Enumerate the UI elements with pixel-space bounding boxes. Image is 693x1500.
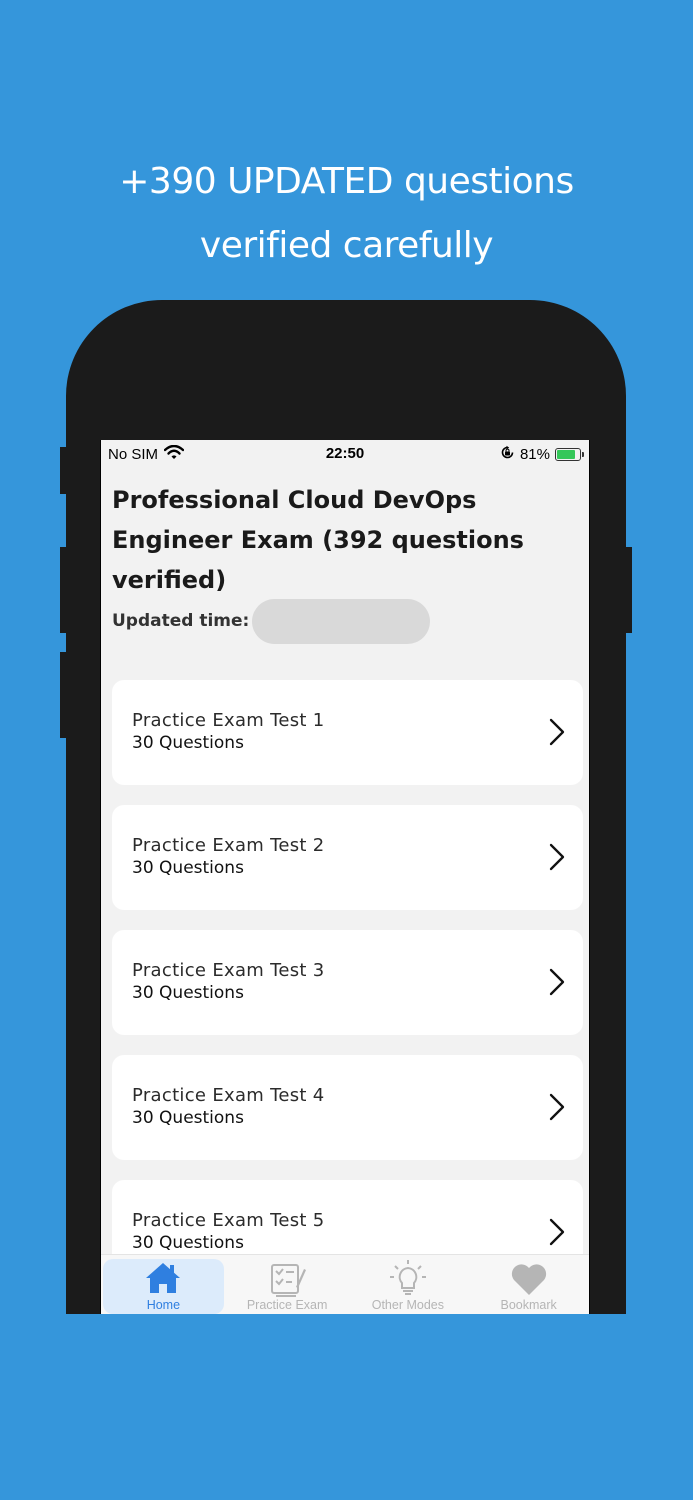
tab-bookmark[interactable]: Bookmark xyxy=(468,1255,589,1314)
tab-other-modes[interactable]: Other Modes xyxy=(348,1255,469,1314)
heart-icon xyxy=(511,1264,546,1295)
tab-label: Practice Exam xyxy=(246,1298,328,1312)
tab-home[interactable]: Home xyxy=(103,1259,224,1314)
exam-card[interactable]: Practice Exam Test 1 30 Questions xyxy=(112,680,583,785)
rotation-lock-icon xyxy=(500,445,515,464)
exam-card-title: Practice Exam Test 2 xyxy=(132,835,325,856)
chevron-right-icon xyxy=(549,1218,565,1246)
phone-power-button xyxy=(626,547,632,633)
updated-time-row: Updated time: xyxy=(112,598,431,644)
page-title: Professional Cloud DevOps Engineer Exam … xyxy=(112,486,524,594)
updated-time-placeholder xyxy=(252,598,431,644)
exam-card[interactable]: Practice Exam Test 3 30 Questions xyxy=(112,930,583,1035)
tab-practice-exam[interactable]: Practice Exam xyxy=(227,1255,348,1314)
exam-card-title: Practice Exam Test 1 xyxy=(132,710,325,731)
chevron-right-icon xyxy=(549,1093,565,1121)
exam-card-title: Practice Exam Test 4 xyxy=(132,1085,325,1106)
status-bar: No SIM 22:50 81% xyxy=(101,440,589,466)
chevron-right-icon xyxy=(549,718,565,746)
exam-card-subtitle: 30 Questions xyxy=(132,858,244,878)
exam-card-title: Practice Exam Test 5 xyxy=(132,1210,325,1231)
home-icon xyxy=(146,1263,181,1293)
chevron-right-icon xyxy=(549,843,565,871)
chevron-right-icon xyxy=(549,968,565,996)
tab-label: Home xyxy=(146,1298,181,1312)
tab-label: Other Modes xyxy=(371,1298,444,1312)
exam-card-subtitle: 30 Questions xyxy=(132,733,244,753)
exam-card-subtitle: 30 Questions xyxy=(132,1108,244,1128)
lightbulb-icon xyxy=(389,1260,426,1295)
phone-screen: No SIM 22:50 81% Professional Cloud DevO… xyxy=(100,440,590,1314)
tab-label: Bookmark xyxy=(500,1298,557,1312)
exam-card-subtitle: 30 Questions xyxy=(132,1233,244,1253)
battery-icon xyxy=(555,448,584,461)
exam-icon xyxy=(271,1264,307,1297)
exam-card-subtitle: 30 Questions xyxy=(132,983,244,1003)
battery-level-fill xyxy=(557,450,575,459)
exam-card[interactable]: Practice Exam Test 4 30 Questions xyxy=(112,1055,583,1160)
updated-time-label: Updated time: xyxy=(112,611,250,631)
battery-percentage: 81% xyxy=(519,446,550,463)
exam-card[interactable]: Practice Exam Test 2 30 Questions xyxy=(112,805,583,910)
promo-headline: +390 UPDATED questions verified carefull… xyxy=(119,161,574,266)
tab-bar: Home Practice Exam Other Modes Bookmark xyxy=(101,1254,589,1314)
exam-card-title: Practice Exam Test 3 xyxy=(132,960,325,981)
